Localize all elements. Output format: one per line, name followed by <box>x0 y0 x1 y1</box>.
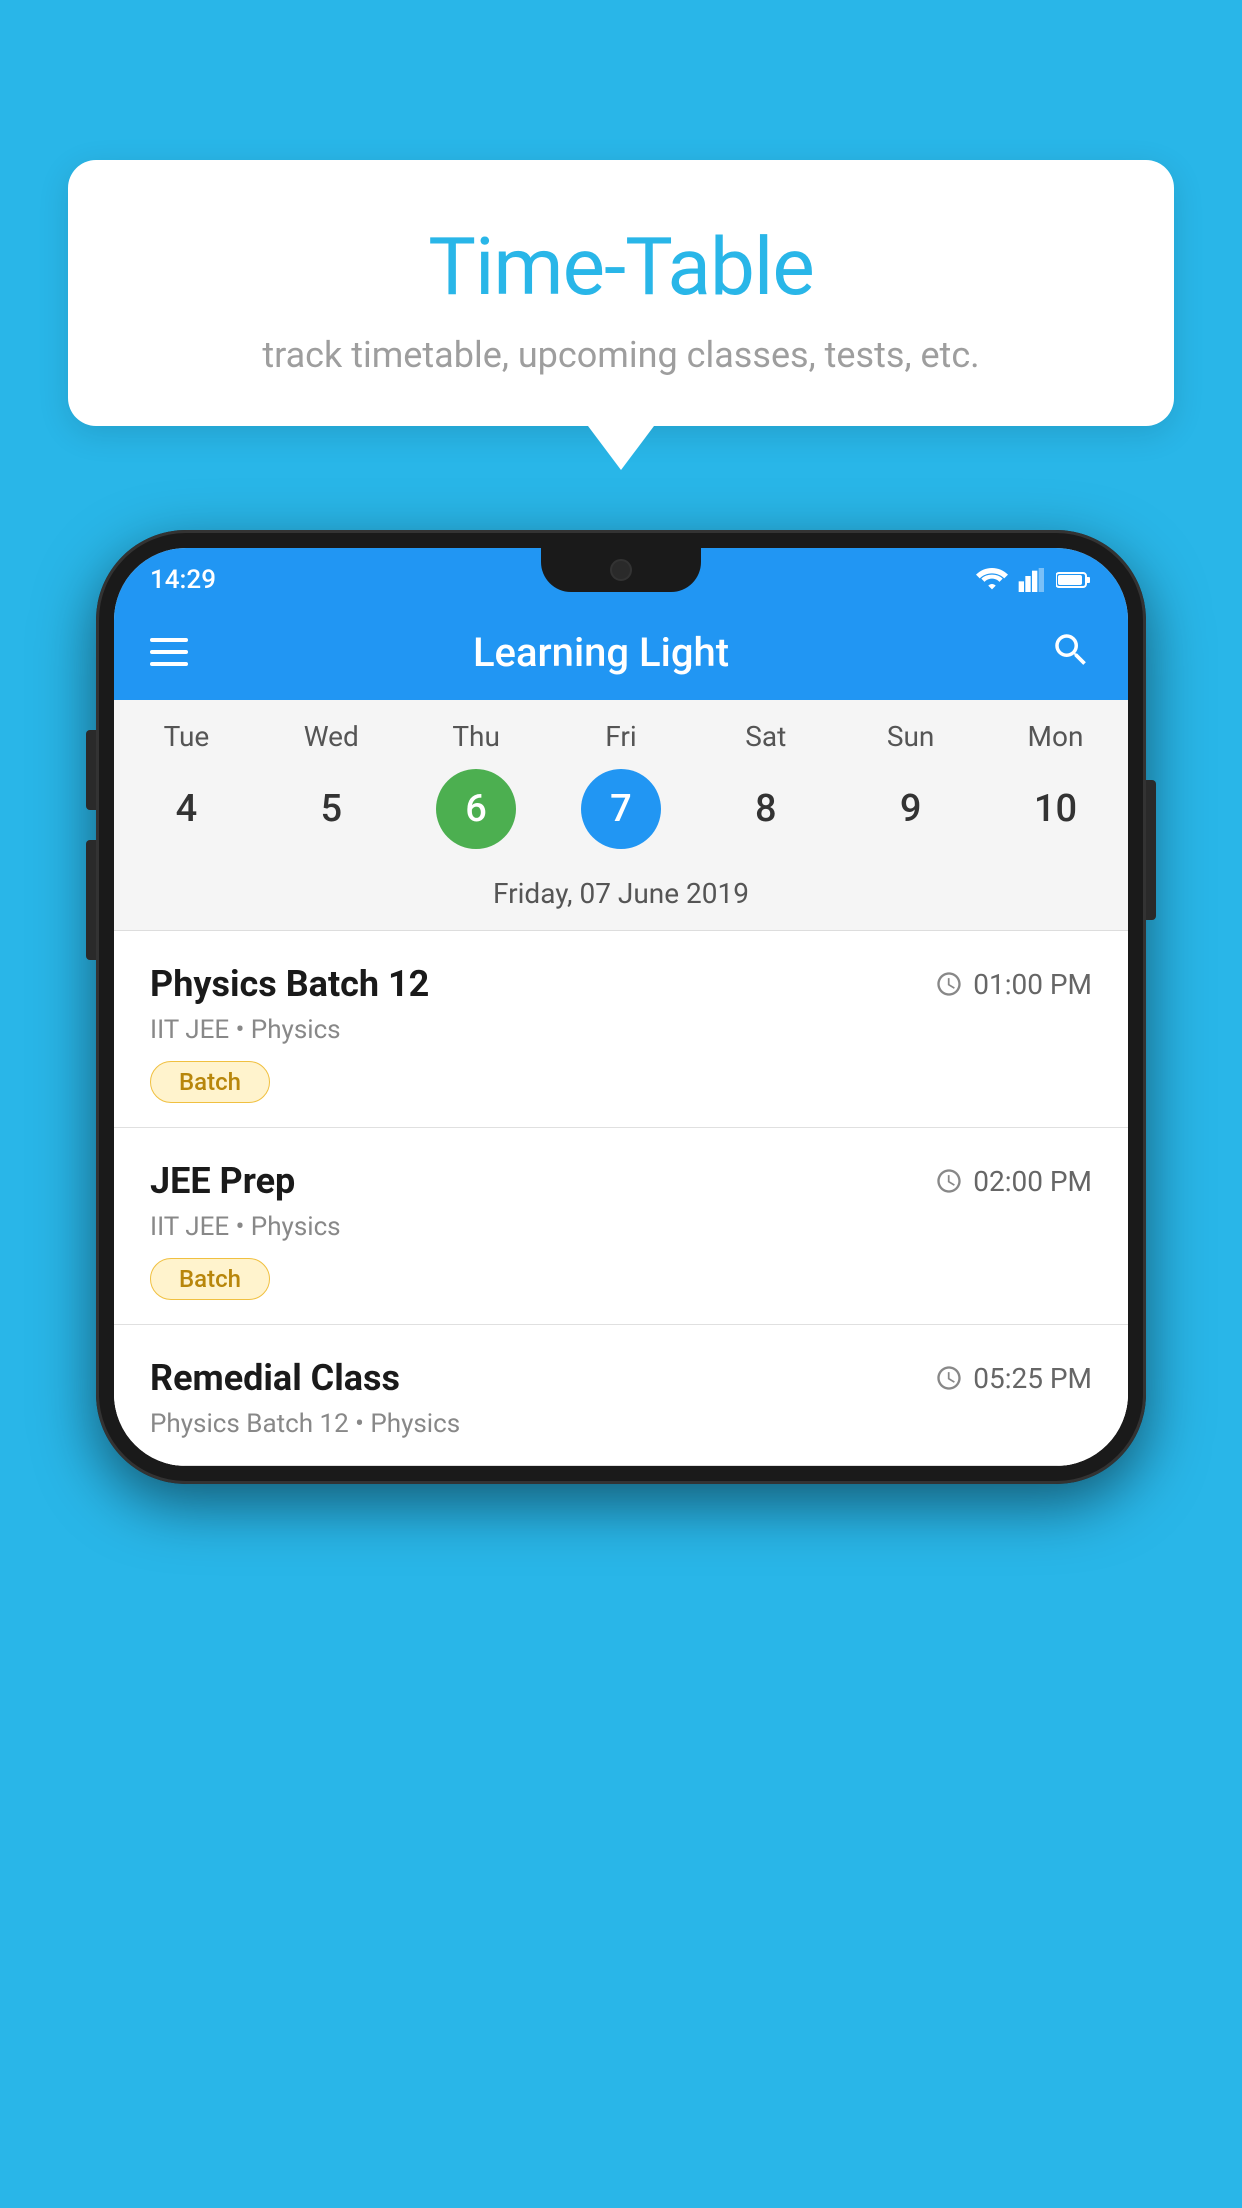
day-name-tue: Tue <box>136 720 236 753</box>
calendar-strip: Tue Wed Thu Fri Sat Sun Mon 4 5 6 7 8 9 … <box>114 700 1128 931</box>
class-time-2: 02:00 PM <box>935 1165 1092 1198</box>
tooltip-card: Time-Table track timetable, upcoming cla… <box>68 160 1174 426</box>
class-detail-3: Physics Batch 12 • Physics <box>150 1409 1092 1439</box>
day-name-thu: Thu <box>426 720 526 753</box>
tooltip-title: Time-Table <box>118 220 1124 314</box>
class-item-jee-prep[interactable]: JEE Prep 02:00 PM IIT JEE • Physics Batc… <box>114 1128 1128 1325</box>
class-list: Physics Batch 12 01:00 PM IIT JEE • Phys… <box>114 931 1128 1466</box>
phone-mockup: 14:29 <box>96 530 1146 1484</box>
day-nums-row: 4 5 6 7 8 9 10 <box>114 761 1128 869</box>
app-title: Learning Light <box>152 629 1050 676</box>
selected-date-label: Friday, 07 June 2019 <box>114 869 1128 930</box>
phone-outer: 14:29 <box>96 530 1146 1484</box>
phone-notch <box>541 548 701 592</box>
day-name-fri: Fri <box>571 720 671 753</box>
day-7-selected[interactable]: 7 <box>581 769 661 849</box>
day-name-sun: Sun <box>861 720 961 753</box>
clock-icon-3 <box>935 1364 963 1392</box>
clock-icon-1 <box>935 970 963 998</box>
day-names-row: Tue Wed Thu Fri Sat Sun Mon <box>114 700 1128 761</box>
day-5[interactable]: 5 <box>291 769 371 849</box>
phone-screen: 14:29 <box>114 548 1128 1466</box>
front-camera <box>610 559 632 581</box>
day-4[interactable]: 4 <box>146 769 226 849</box>
day-6-today[interactable]: 6 <box>436 769 516 849</box>
day-10[interactable]: 10 <box>1015 769 1095 849</box>
search-icon[interactable] <box>1050 629 1092 675</box>
batch-badge-1: Batch <box>150 1061 270 1103</box>
power-button <box>1146 780 1156 920</box>
day-8[interactable]: 8 <box>726 769 806 849</box>
status-icons <box>976 568 1092 592</box>
class-time-1: 01:00 PM <box>935 968 1092 1001</box>
class-item-physics-batch-12[interactable]: Physics Batch 12 01:00 PM IIT JEE • Phys… <box>114 931 1128 1128</box>
class-detail-2: IIT JEE • Physics <box>150 1212 1092 1242</box>
day-name-sat: Sat <box>716 720 816 753</box>
app-bar: Learning Light <box>114 604 1128 700</box>
class-name-3: Remedial Class <box>150 1357 400 1399</box>
class-name-1: Physics Batch 12 <box>150 963 429 1005</box>
day-9[interactable]: 9 <box>871 769 951 849</box>
day-name-wed: Wed <box>281 720 381 753</box>
day-name-mon: Mon <box>1005 720 1105 753</box>
battery-icon <box>1056 568 1092 592</box>
class-time-3: 05:25 PM <box>935 1362 1092 1395</box>
class-item-remedial[interactable]: Remedial Class 05:25 PM Physics Batch 12… <box>114 1325 1128 1466</box>
clock-icon-2 <box>935 1167 963 1195</box>
status-time: 14:29 <box>150 565 216 595</box>
volume-up-button <box>86 730 96 810</box>
class-name-2: JEE Prep <box>150 1160 295 1202</box>
signal-icon <box>1018 568 1046 592</box>
wifi-icon <box>976 568 1008 592</box>
tooltip-subtitle: track timetable, upcoming classes, tests… <box>118 334 1124 376</box>
class-detail-1: IIT JEE • Physics <box>150 1015 1092 1045</box>
batch-badge-2: Batch <box>150 1258 270 1300</box>
volume-down-button <box>86 840 96 960</box>
